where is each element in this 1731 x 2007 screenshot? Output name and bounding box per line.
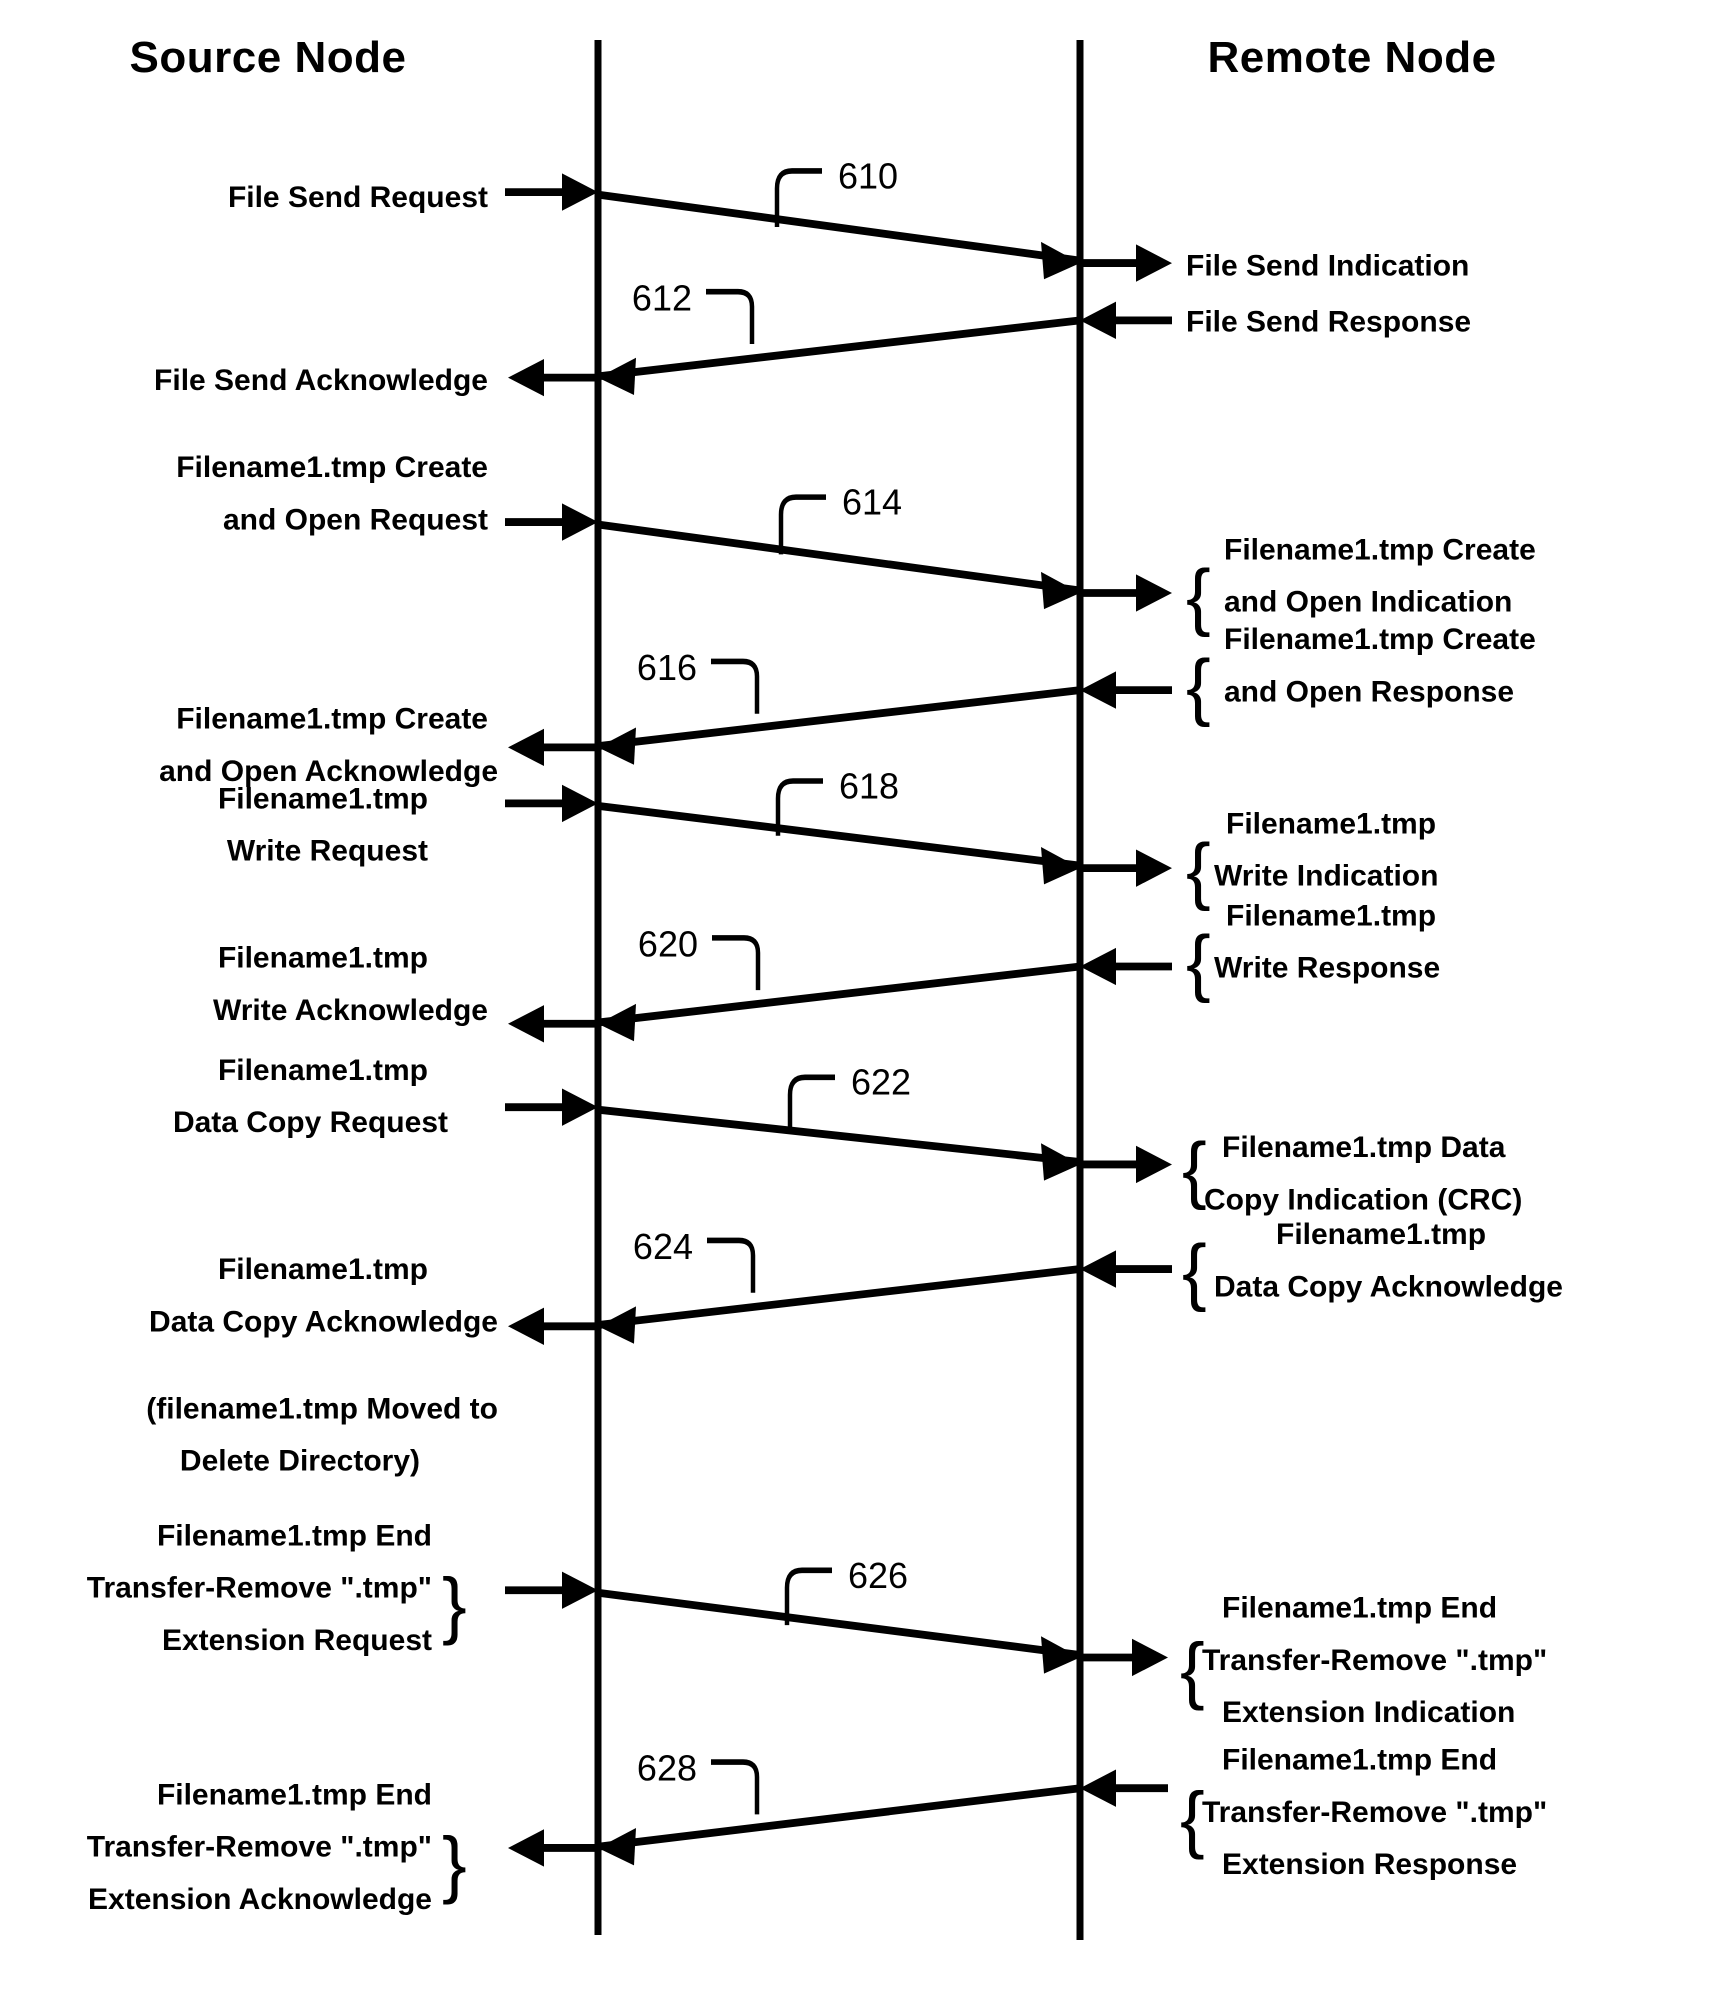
header-remote-node: Remote Node — [1207, 33, 1496, 82]
message-628-left-label-line-1: Filename1.tmp End — [157, 1778, 432, 1811]
message-618-right-label-line-1: Filename1.tmp — [1226, 807, 1436, 840]
message-616: { Filename1.tmp Create and Open Response… — [159, 623, 1536, 788]
message-610-left-label-line-1: File Send Request — [228, 181, 488, 214]
message-626-right-brace: { — [1180, 1628, 1205, 1711]
message-620-right-brace: { — [1186, 921, 1211, 1004]
message-620-left-label-line-2: Write Acknowledge — [213, 994, 488, 1027]
message-624-right-label-line-2: Data Copy Acknowledge — [1214, 1270, 1563, 1303]
message-628-left-label-line-3: Extension Acknowledge — [88, 1883, 432, 1916]
reference-number-624: 624 — [633, 1226, 693, 1267]
message-618: Filename1.tmp Write Request 618 { Filena… — [218, 765, 1439, 911]
message-628-left-label-line-2: Transfer-Remove ".tmp" — [87, 1831, 432, 1864]
sequence-diagram: Source Node Remote Node File Send Reques… — [87, 33, 1563, 1940]
message-612: File Send Response 612 File Send Acknowl… — [154, 277, 1471, 397]
message-622: Filename1.tmp Data Copy Request 622 { Fi… — [173, 1054, 1522, 1216]
message-624-right-label-line-1: Filename1.tmp — [1276, 1218, 1486, 1251]
message-616-right-brace: { — [1186, 644, 1211, 727]
reference-number-626: 626 — [848, 1555, 908, 1596]
message-616-right-label-line-1: Filename1.tmp Create — [1224, 623, 1536, 656]
message-614-left-label-line-1: Filename1.tmp Create — [176, 451, 488, 484]
reference-number-610: 610 — [838, 155, 898, 196]
message-626-left-label-line-1: Filename1.tmp End — [157, 1519, 432, 1552]
message-618-right-brace: { — [1186, 829, 1211, 912]
reference-number-618: 618 — [839, 765, 899, 806]
message-626-right-label-line-1: Filename1.tmp End — [1222, 1592, 1497, 1625]
message-612-left-label-line-1: File Send Acknowledge — [154, 364, 488, 397]
reference-number-622: 622 — [851, 1062, 911, 1103]
message-614-right-label-line-1: Filename1.tmp Create — [1224, 533, 1536, 566]
message-620: { Filename1.tmp Write Response 620 Filen… — [213, 899, 1440, 1043]
message-622-left-label-line-1: Filename1.tmp — [218, 1054, 428, 1087]
message-628-right-label-line-3: Extension Response — [1222, 1848, 1517, 1881]
message-620-right-label-line-1: Filename1.tmp — [1226, 899, 1436, 932]
message-624-right-brace: { — [1182, 1229, 1207, 1312]
message-620-left-label-line-1: Filename1.tmp — [218, 942, 428, 975]
message-626-right-label-line-3: Extension Indication — [1222, 1696, 1515, 1729]
message-628-left-brace: } — [442, 1822, 467, 1905]
reference-number-628: 628 — [637, 1748, 697, 1789]
reference-number-616: 616 — [637, 647, 697, 688]
message-626-left-label-line-2: Transfer-Remove ".tmp" — [87, 1572, 432, 1605]
message-610-right-label-line-1: File Send Indication — [1186, 250, 1469, 283]
message-610: File Send Request 610 File Send Indicati… — [228, 155, 1469, 282]
message-622-left-label-line-2: Data Copy Request — [173, 1106, 448, 1139]
message-614-right-label-line-2: and Open Indication — [1224, 586, 1512, 619]
message-628-right-brace: { — [1180, 1777, 1205, 1860]
message-626-left-label-line-3: Extension Request — [162, 1624, 432, 1657]
message-614-right-brace: { — [1186, 555, 1211, 638]
message-624-left-label-line-2: Data Copy Acknowledge — [149, 1305, 498, 1338]
message-626: Filename1.tmp End Transfer-Remove ".tmp"… — [87, 1519, 1547, 1729]
message-628-right-label-line-1: Filename1.tmp End — [1222, 1744, 1497, 1777]
message-614-left-label-line-2: and Open Request — [223, 504, 488, 537]
header-source-node: Source Node — [130, 33, 407, 82]
reference-number-620: 620 — [638, 924, 698, 965]
reference-number-614: 614 — [842, 482, 902, 523]
message-618-left-label-line-1: Filename1.tmp — [218, 782, 428, 815]
message-612-right-label-line-1: File Send Response — [1186, 306, 1471, 339]
message-618-right-label-line-2: Write Indication — [1214, 860, 1438, 893]
note-line-1: (filename1.tmp Moved to — [146, 1392, 498, 1425]
message-626-right-label-line-2: Transfer-Remove ".tmp" — [1202, 1644, 1547, 1677]
message-622-right-brace: { — [1182, 1127, 1207, 1210]
message-624-left-label-line-1: Filename1.tmp — [218, 1253, 428, 1286]
message-616-left-label-line-1: Filename1.tmp Create — [176, 703, 488, 736]
message-618-left-label-line-2: Write Request — [227, 835, 428, 868]
message-626-left-brace: } — [442, 1563, 467, 1646]
message-622-right-label-line-2: Copy Indication (CRC) — [1204, 1183, 1522, 1216]
message-624: { Filename1.tmp Data Copy Acknowledge 62… — [149, 1218, 1563, 1345]
note-line-2: Delete Directory) — [180, 1445, 420, 1478]
message-622-right-label-line-1: Filename1.tmp Data — [1222, 1131, 1506, 1164]
message-616-right-label-line-2: and Open Response — [1224, 675, 1514, 708]
message-614: Filename1.tmp Create and Open Request 61… — [176, 451, 1536, 637]
message-620-right-label-line-2: Write Response — [1214, 952, 1440, 985]
reference-number-612: 612 — [632, 277, 692, 318]
message-628: { Filename1.tmp End Transfer-Remove ".tm… — [87, 1744, 1547, 1916]
message-628-right-label-line-2: Transfer-Remove ".tmp" — [1202, 1796, 1547, 1829]
moved-to-delete-directory-note: (filename1.tmp Moved to Delete Directory… — [146, 1392, 498, 1477]
